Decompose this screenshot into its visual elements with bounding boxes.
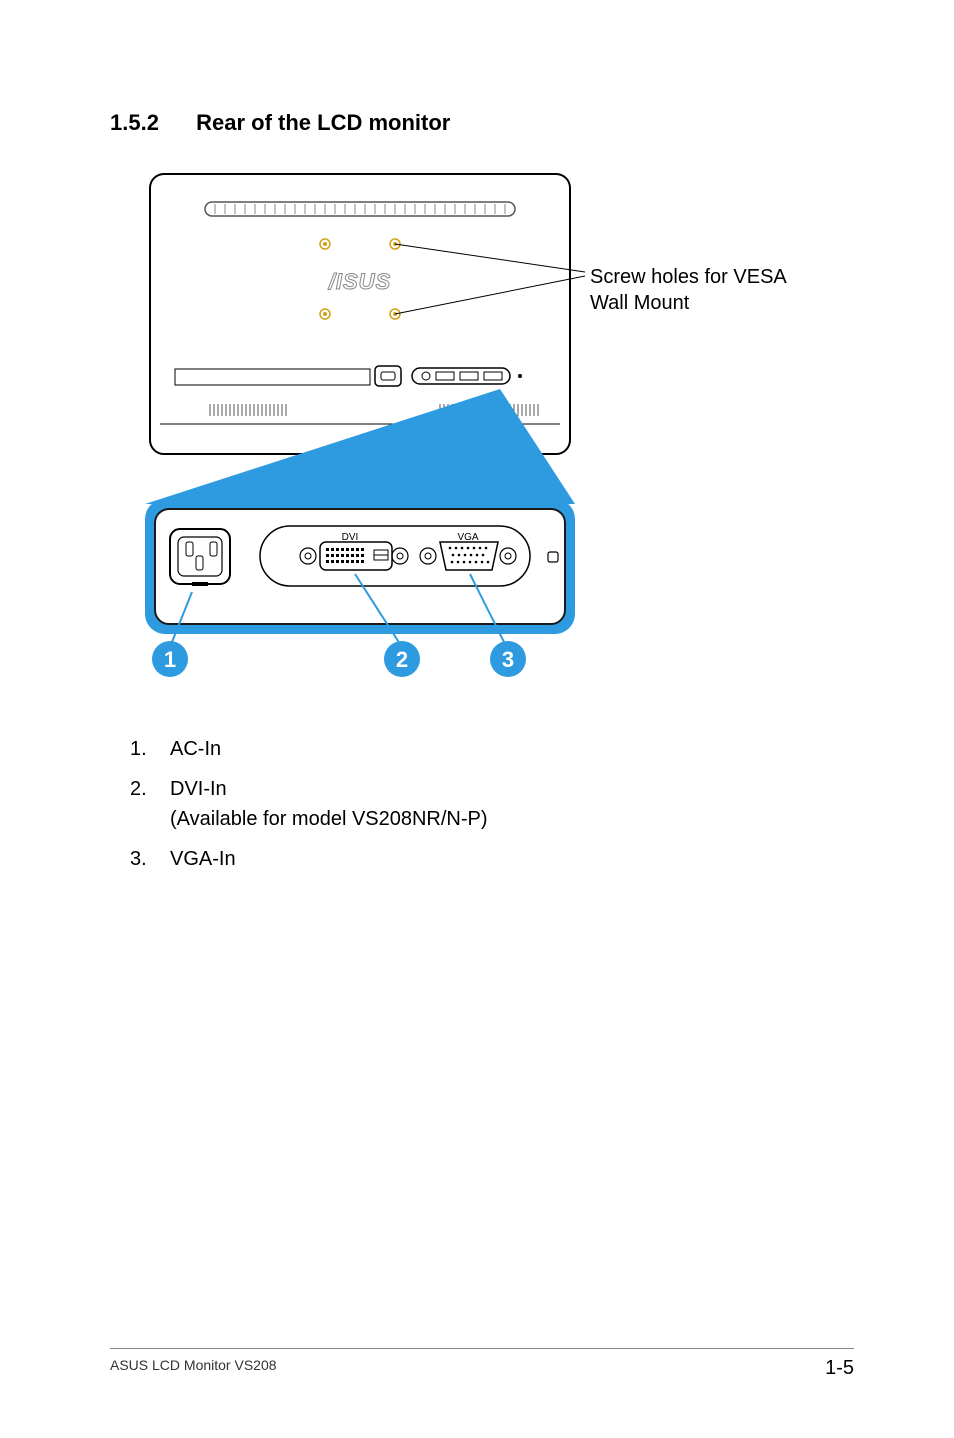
list-item: 3. VGA-In [130,844,854,874]
diagram-area: Screw holes for VESA Wall Mount /ISUS [130,164,854,704]
brand-logo: /ISUS [328,269,391,294]
list-label: AC-In [170,738,221,760]
list-label: VGA-In [170,848,236,870]
callout-line2: Wall Mount [590,290,787,316]
list-number: 1. [130,734,170,764]
footer-page-number: 1-5 [825,1357,854,1380]
badge-3-text: 3 [502,647,514,672]
heading-number: 1.5.2 [110,110,190,136]
callout-line1: Screw holes for VESA [590,264,787,290]
badge-2-text: 2 [396,647,408,672]
footer-left: ASUS LCD Monitor VS208 [110,1357,277,1380]
list-number: 3. [130,844,170,874]
heading-title: Rear of the LCD monitor [196,110,450,135]
section-heading: 1.5.2 Rear of the LCD monitor [110,110,854,136]
list-item: 2. DVI-In (Available for model VS208NR/N… [130,774,854,834]
list-number: 2. [130,774,170,834]
monitor-diagram: /ISUS [130,164,590,704]
vesa-callout: Screw holes for VESA Wall Mount [590,264,787,316]
list-label: DVI-In [170,778,227,800]
page-footer: ASUS LCD Monitor VS208 1-5 [110,1348,854,1380]
list-sublabel: (Available for model VS208NR/N-P) [170,808,488,830]
port-list: 1. AC-In 2. DVI-In (Available for model … [130,734,854,874]
list-item: 1. AC-In [130,734,854,764]
badge-1-text: 1 [164,647,176,672]
